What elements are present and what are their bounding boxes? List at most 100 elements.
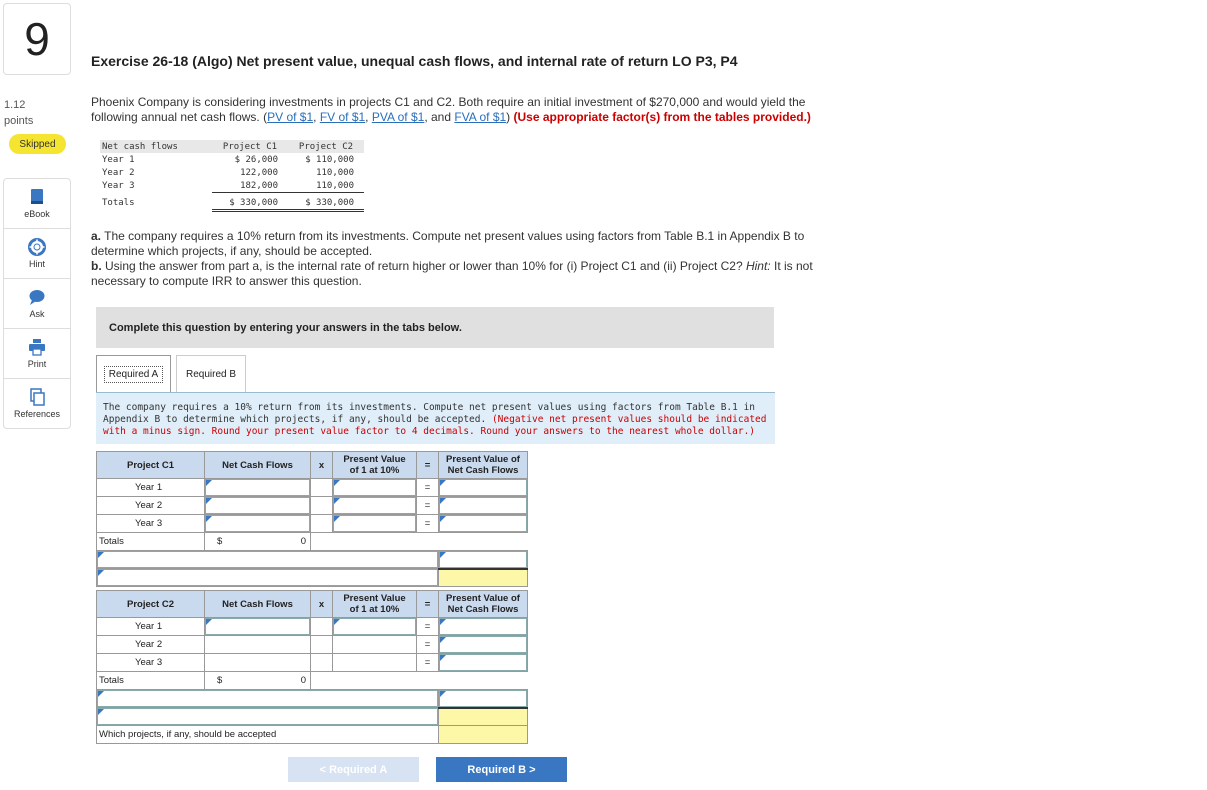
equals-sign: = — [416, 514, 439, 533]
cf-header: Net cash flows — [102, 141, 178, 152]
rail-item-ask[interactable]: Ask — [4, 279, 70, 329]
rail-label: Hint — [28, 259, 45, 269]
equals-sign: = — [416, 478, 439, 497]
question-parts: a. The company requires a 10% return fro… — [91, 229, 851, 289]
question-number: 9 — [3, 3, 71, 75]
ws-header-pv: Present Value of 1 at 10% — [332, 451, 417, 479]
worksheet-c1: Project C1 Net Cash Flows x Present Valu… — [96, 451, 528, 587]
rail-label: References — [13, 409, 61, 419]
cf-cell: Year 1 — [102, 154, 135, 165]
c2-npv-label-input[interactable] — [97, 708, 438, 725]
tab-instructions: The company requires a 10% return from i… — [96, 392, 775, 444]
rail-item-print[interactable]: Print — [4, 329, 70, 379]
points-label: points — [4, 115, 34, 127]
equals-sign: = — [416, 617, 439, 636]
ws-year-label: Year 1 — [96, 478, 205, 497]
c1-npv-result — [438, 567, 528, 587]
cf-cell: $ 330,000 — [288, 196, 364, 212]
part-a: a. The company requires a 10% return fro… — [91, 229, 805, 258]
cf-cell: 122,000 — [240, 167, 278, 178]
book-icon — [31, 189, 43, 204]
accepted-label: Which projects, if any, should be accept… — [96, 725, 439, 744]
pv-ncf-input[interactable] — [439, 515, 527, 532]
ws-header-project: Project C1 — [96, 451, 205, 479]
ws-year-label: Year 3 — [96, 514, 205, 533]
part-b: b. Using the answer from part a, is the … — [91, 259, 813, 288]
c2-row-amount-input[interactable] — [439, 690, 527, 707]
link-fva-of-1[interactable]: FVA of $1 — [454, 110, 506, 124]
tab-required-b[interactable]: Required B — [176, 355, 246, 392]
documents-icon — [30, 388, 45, 406]
equals-sign: = — [416, 635, 439, 654]
ws-total-ncf: $0 — [204, 671, 311, 690]
cf-cell: Year 3 — [102, 180, 135, 191]
rail-label: eBook — [24, 209, 50, 219]
pv-factor-input[interactable] — [333, 618, 416, 635]
next-required-b-button[interactable]: Required B > — [436, 757, 567, 782]
ws-header-equals: = — [416, 451, 439, 479]
cf-header: Project C2 — [298, 141, 354, 152]
ws-header-times: x — [310, 451, 333, 479]
tool-rail: eBook Hint Ask Print References — [3, 178, 71, 429]
cf-cell: Year 2 — [102, 167, 135, 178]
accepted-select[interactable] — [438, 725, 528, 744]
ws-year-label: Year 3 — [96, 653, 205, 672]
ncf-input[interactable] — [205, 479, 310, 496]
cash-flow-table: Net cash flows Project C1 Project C2 Yea… — [100, 140, 364, 212]
factor-instruction: (Use appropriate factor(s) from the tabl… — [513, 110, 811, 124]
pv-factor-input[interactable] — [333, 515, 416, 532]
prev-required-a-button[interactable]: < Required A — [288, 757, 419, 782]
equals-sign: = — [416, 496, 439, 515]
ws-header-equals: = — [416, 590, 439, 618]
pv-factor-input[interactable] — [333, 497, 416, 514]
complete-banner: Complete this question by entering your … — [96, 307, 774, 348]
ws-year-label: Year 2 — [96, 635, 205, 654]
c2-row-label-input[interactable] — [97, 690, 438, 707]
lifebuoy-icon — [28, 238, 46, 256]
rail-label: Ask — [29, 309, 45, 319]
points-value: 1.12 — [4, 99, 26, 111]
ws-totals-label: Totals — [96, 532, 205, 551]
c1-row-label-input[interactable] — [97, 551, 438, 568]
ws-header-ncf: Net Cash Flows — [204, 451, 311, 479]
c1-npv-label-input[interactable] — [97, 569, 438, 586]
chat-bubble-icon — [29, 290, 45, 305]
ws-totals-label: Totals — [96, 671, 205, 690]
cf-cell: 182,000 — [212, 179, 288, 193]
c2-npv-result — [438, 706, 528, 726]
ncf-input[interactable] — [205, 515, 310, 532]
ws-header-pv: Present Value of 1 at 10% — [332, 590, 417, 618]
worksheet-c2: Project C2 Net Cash Flows x Present Valu… — [96, 590, 528, 744]
rail-item-references[interactable]: References — [4, 379, 70, 428]
tab-required-a[interactable]: Required A — [96, 355, 171, 392]
ncf-input[interactable] — [205, 497, 310, 514]
cf-cell: 110,000 — [288, 179, 364, 193]
rail-item-ebook[interactable]: eBook — [4, 179, 70, 229]
pv-ncf-input[interactable] — [439, 636, 527, 653]
pv-ncf-input[interactable] — [439, 497, 527, 514]
ws-header-ncf: Net Cash Flows — [204, 590, 311, 618]
ws-year-label: Year 1 — [96, 617, 205, 636]
equals-sign: = — [416, 653, 439, 672]
c1-row-amount-input[interactable] — [439, 551, 527, 568]
ncf-input[interactable] — [205, 618, 310, 635]
status-badge: Skipped — [9, 134, 66, 154]
link-pva-of-1[interactable]: PVA of $1 — [372, 110, 424, 124]
pv-ncf-input[interactable] — [439, 618, 527, 635]
cf-cell: Totals — [102, 198, 135, 209]
pv-ncf-input[interactable] — [439, 654, 527, 671]
link-fv-of-1[interactable]: FV of $1 — [320, 110, 365, 124]
cf-cell: 110,000 — [316, 167, 354, 178]
ws-header-pvn: Present Value of Net Cash Flows — [438, 590, 528, 618]
printer-icon — [29, 339, 45, 356]
ws-header-pvn: Present Value of Net Cash Flows — [438, 451, 528, 479]
rail-label: Print — [27, 359, 47, 369]
pv-ncf-input[interactable] — [439, 479, 527, 496]
link-pv-of-1[interactable]: PV of $1 — [267, 110, 313, 124]
ws-year-label: Year 2 — [96, 496, 205, 515]
pv-factor-input[interactable] — [333, 479, 416, 496]
points: 1.12 points — [4, 97, 33, 129]
rail-item-hint[interactable]: Hint — [4, 229, 70, 279]
ws-total-ncf: $0 — [204, 532, 311, 551]
exercise-title: Exercise 26-18 (Algo) Net present value,… — [91, 53, 738, 69]
